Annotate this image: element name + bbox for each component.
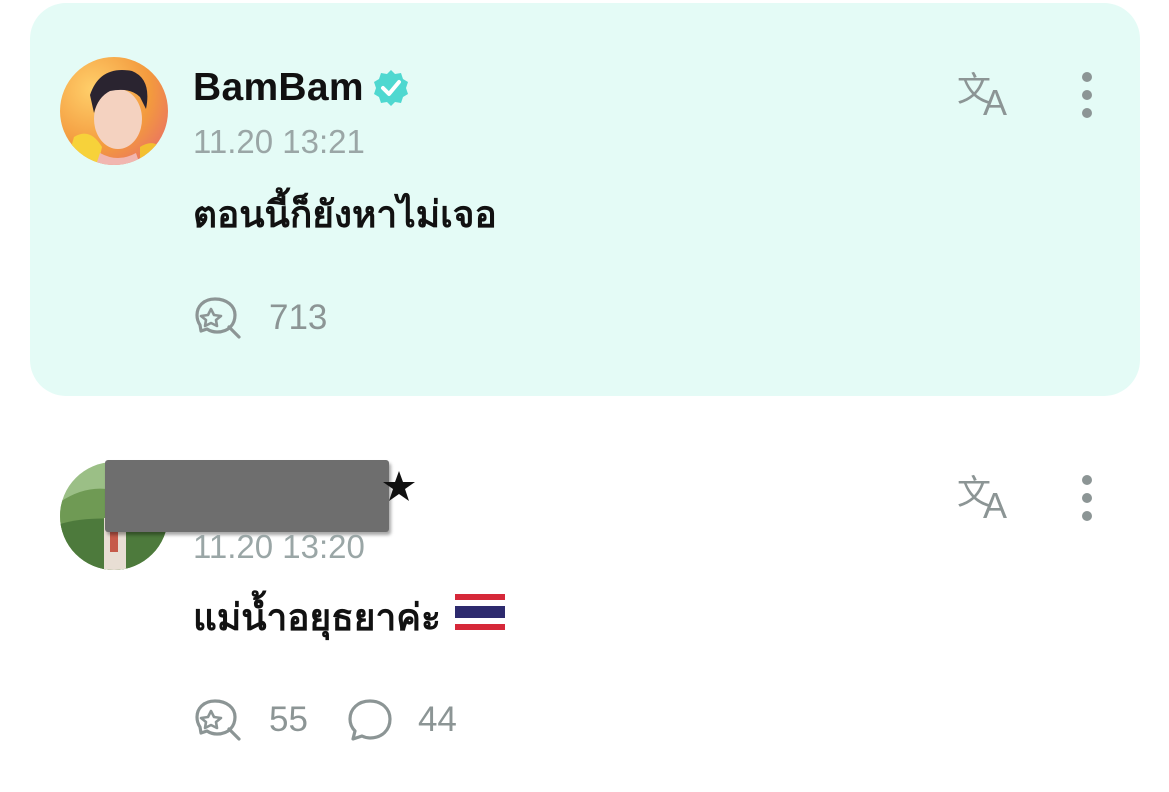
like-button[interactable]: 55	[193, 695, 308, 745]
like-bubble-icon	[195, 297, 241, 339]
feed: BamBam 11.20 13:21 ตอนนี้ก็ยังหาไม่เจอ 7…	[0, 0, 1169, 792]
more-vertical-icon	[1082, 475, 1092, 521]
verified-badge-icon	[371, 68, 411, 108]
more-options-button[interactable]	[1070, 69, 1104, 125]
like-button[interactable]: 713	[193, 293, 327, 343]
redacted-username	[105, 460, 389, 532]
post-actions: 713	[193, 293, 365, 343]
translate-button[interactable]: 文 A	[955, 67, 1019, 123]
comment-icon	[348, 699, 392, 741]
more-options-button[interactable]	[1070, 472, 1104, 528]
comment-count: 44	[417, 700, 457, 739]
more-vertical-icon	[1082, 72, 1092, 118]
post-body-text: แม่น้ำอยุธยาค่ะ	[193, 596, 441, 639]
like-bubble-icon	[195, 699, 241, 741]
post-body: แม่น้ำอยุธยาค่ะ	[193, 588, 505, 647]
avatar[interactable]	[60, 57, 168, 165]
svg-text:A: A	[983, 82, 1007, 123]
post-card-highlighted[interactable]: BamBam 11.20 13:21 ตอนนี้ก็ยังหาไม่เจอ 7…	[30, 3, 1140, 396]
post-timestamp: 11.20 13:21	[193, 123, 365, 160]
svg-text:A: A	[983, 485, 1007, 526]
post-timestamp: 11.20 13:20	[193, 528, 365, 565]
comment-button[interactable]: 44	[346, 696, 457, 744]
like-count: 713	[269, 298, 328, 337]
username[interactable]: BamBam	[193, 66, 364, 110]
star-badge-icon	[380, 468, 418, 506]
post-body: ตอนนี้ก็ยังหาไม่เจอ	[193, 193, 497, 236]
post-actions: 55 44	[193, 695, 495, 745]
thailand-flag-icon	[454, 594, 505, 639]
translate-button[interactable]: 文 A	[955, 470, 1019, 526]
like-count: 55	[269, 700, 308, 739]
translate-icon: 文 A	[957, 473, 1007, 526]
translate-icon: 文 A	[957, 70, 1007, 123]
